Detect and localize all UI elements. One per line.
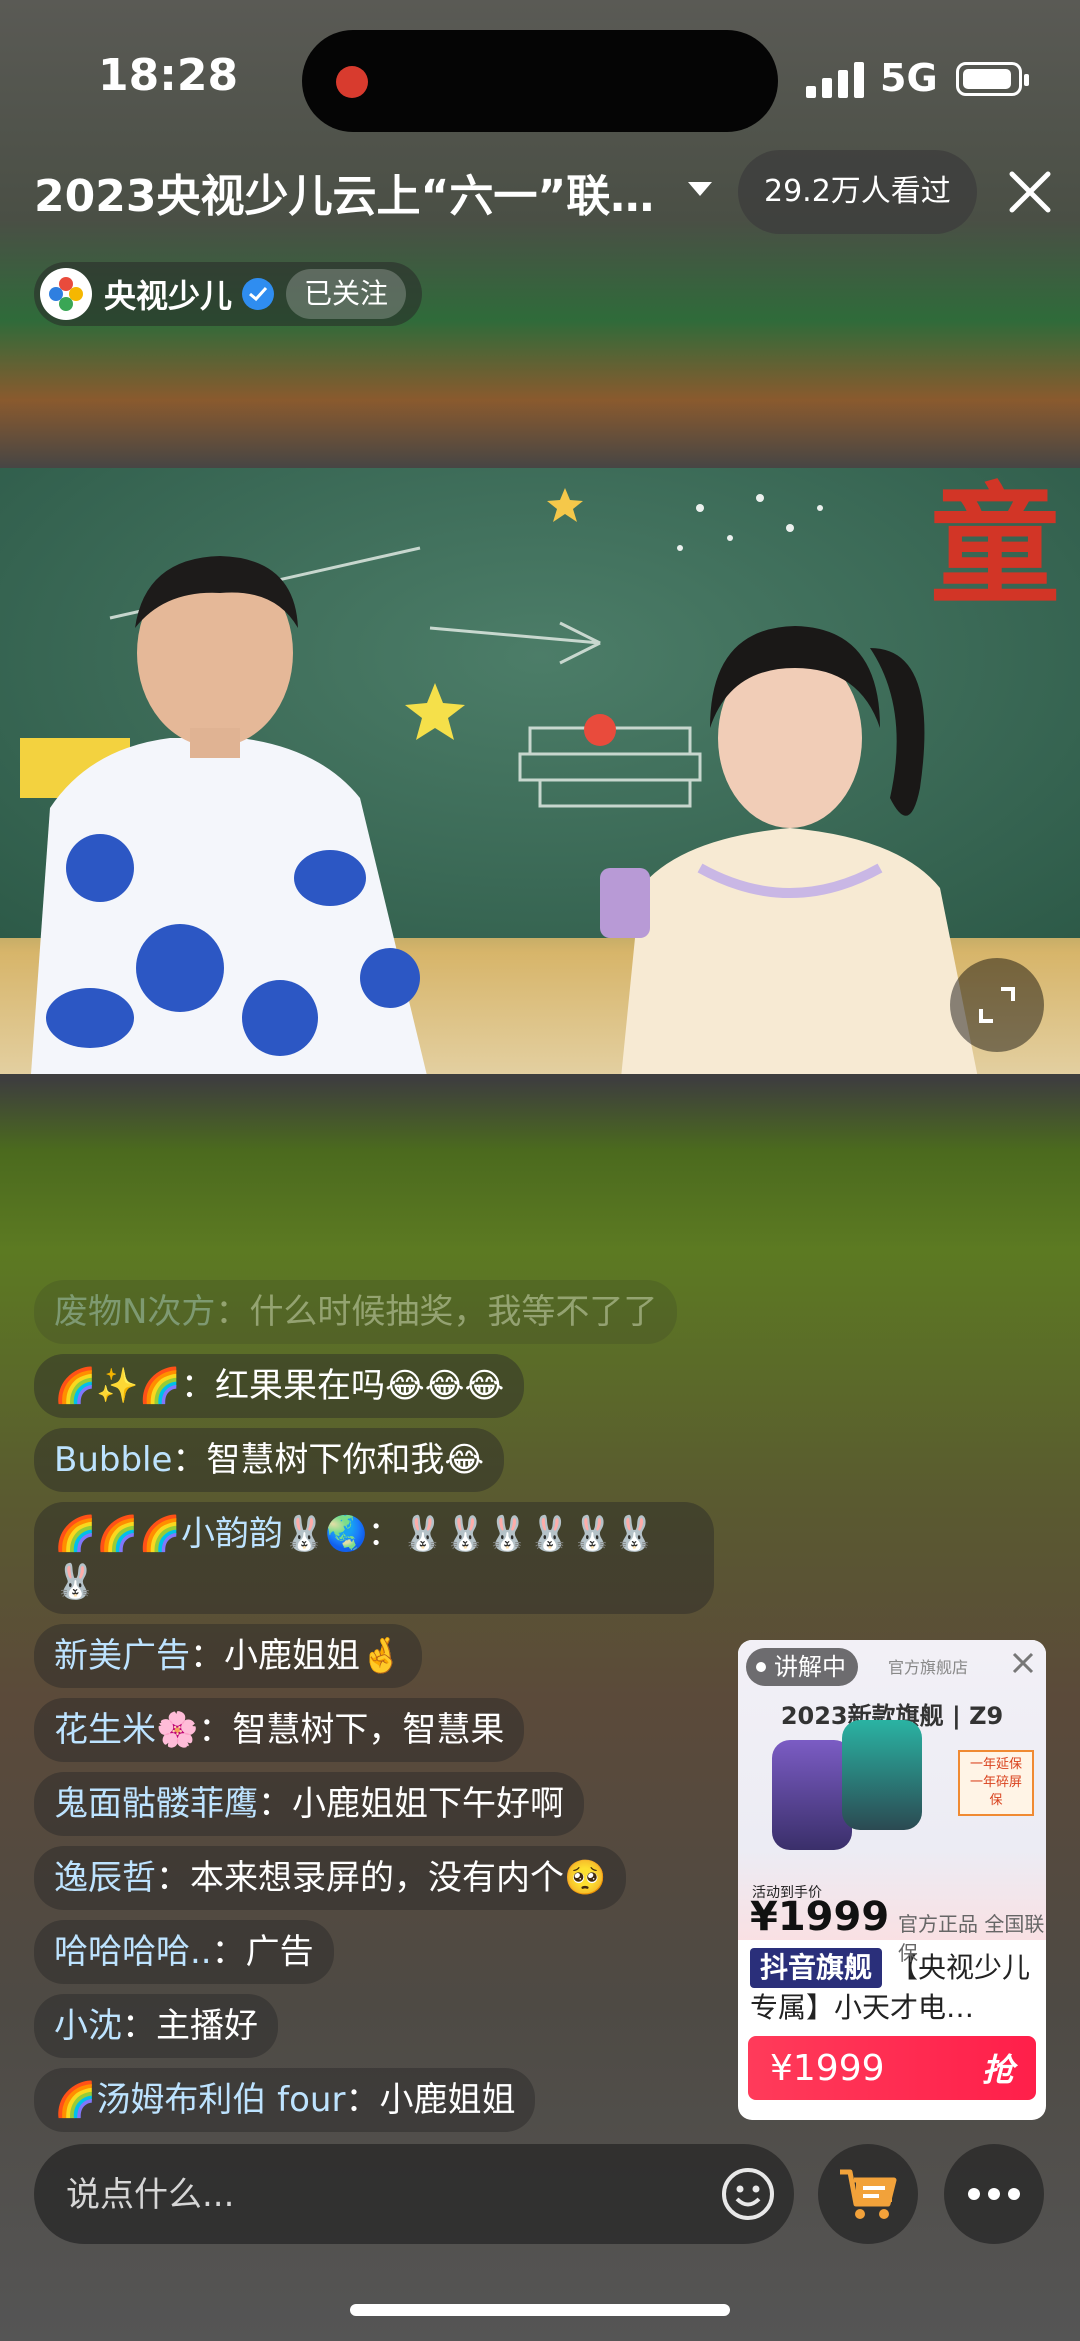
- chat-separator: ：: [345, 2080, 380, 2120]
- fullscreen-icon: [979, 987, 1015, 1023]
- host-left: [31, 556, 427, 1074]
- cart-icon: [840, 2169, 897, 2219]
- buy-button[interactable]: ¥1999 抢: [748, 2036, 1036, 2100]
- chat-username[interactable]: 🌈汤姆布利伯 four: [54, 2080, 345, 2120]
- chat-text: 小鹿姐姐🤞: [224, 1636, 403, 1676]
- chat-separator: ：: [190, 1636, 224, 1676]
- close-icon[interactable]: [1008, 170, 1052, 214]
- verified-icon: [242, 278, 275, 310]
- chat-separator: ：: [181, 1366, 216, 1406]
- chat-text: 红果果在吗😂😂😂: [215, 1366, 505, 1406]
- channel-bar[interactable]: 央视少儿 已关注: [34, 262, 423, 326]
- flagship-tag: 抖音旗舰: [750, 1948, 883, 1988]
- chat-text: 主播好: [156, 2006, 258, 2046]
- chat-message[interactable]: 逸辰哲：本来想录屏的，没有内个🥺: [34, 1846, 627, 1910]
- shop-tag: 官方旗舰店: [888, 1658, 969, 1677]
- channel-avatar[interactable]: [40, 268, 92, 320]
- chat-message[interactable]: 小沈：主播好: [34, 1994, 278, 2058]
- watch-image: [772, 1740, 852, 1850]
- chat-text: 小鹿姐姐下午好啊: [292, 1784, 564, 1824]
- chat-separator: ：: [156, 1858, 190, 1898]
- chat-separator: ：: [258, 1784, 292, 1824]
- cart-button[interactable]: [818, 2144, 918, 2244]
- network-label: 5G: [880, 56, 938, 100]
- close-icon[interactable]: [1010, 1650, 1036, 1676]
- chat-message[interactable]: 🌈汤姆布利伯 four：小鹿姐姐: [34, 2068, 536, 2132]
- chat-username[interactable]: 花生米🌸: [54, 1710, 198, 1750]
- chat-text: 小鹿姐姐: [379, 2080, 516, 2120]
- chat-username[interactable]: 新美广告: [54, 1636, 190, 1676]
- more-icon: [968, 2188, 1020, 2200]
- product-card[interactable]: 讲解中 官方旗舰店 2023新款旗舰 | Z9 一年延保 一年碎屏保 活动到手价…: [738, 1640, 1046, 2120]
- chat-separator: ：: [122, 2006, 156, 2046]
- recording-dot: [336, 66, 368, 98]
- chat-list[interactable]: 废物N次方：什么时候抽奖，我等不了了 🌈✨🌈：红果果在吗😂😂😂 Bubble：智慧树…: [34, 1280, 714, 2142]
- chat-separator: ：: [215, 1292, 250, 1332]
- comment-input[interactable]: [64, 2164, 688, 2226]
- chat-username[interactable]: Bubble: [54, 1440, 172, 1480]
- follow-button[interactable]: 已关注: [286, 269, 407, 319]
- channel-logo-icon: [49, 277, 83, 311]
- chat-text: 本来想录屏的，没有内个🥺: [190, 1858, 607, 1898]
- explaining-badge: 讲解中: [746, 1648, 858, 1686]
- product-price-big: ¥1999: [750, 1894, 890, 1940]
- fullscreen-button[interactable]: [950, 958, 1044, 1052]
- chat-message[interactable]: Bubble：智慧树下你和我😂: [34, 1428, 505, 1492]
- chat-message[interactable]: 哈哈哈哈..：广告: [34, 1920, 334, 1984]
- product-image[interactable]: 讲解中 官方旗舰店 2023新款旗舰 | Z9 一年延保 一年碎屏保 活动到手价…: [738, 1640, 1046, 1965]
- status-time: 18:28: [98, 50, 239, 101]
- chat-text: 智慧树下，智慧果: [232, 1710, 505, 1750]
- chat-username[interactable]: 🌈✨🌈: [54, 1366, 181, 1406]
- more-button[interactable]: [944, 2144, 1044, 2244]
- video-player[interactable]: 童: [0, 468, 1080, 1074]
- official-tag: 官方正品 全国联保: [898, 1912, 1045, 1965]
- chat-separator: ：: [172, 1440, 207, 1480]
- watch-image: [842, 1720, 922, 1830]
- chat-username[interactable]: 哈哈哈哈..: [54, 1932, 212, 1972]
- warranty-tag: 一年延保 一年碎屏保: [958, 1750, 1034, 1816]
- channel-name: 央视少儿: [104, 277, 233, 315]
- chat-username[interactable]: 废物N次方: [54, 1292, 215, 1332]
- chat-text: 什么时候抽奖，我等不了了: [249, 1292, 658, 1332]
- dynamic-island: [302, 30, 778, 132]
- chat-text: 智慧树下你和我😂: [206, 1440, 485, 1480]
- chat-username[interactable]: 小沈: [54, 2006, 122, 2046]
- chat-text: 广告: [245, 1932, 314, 1972]
- chat-message[interactable]: 新美广告：小鹿姐姐🤞: [34, 1624, 423, 1688]
- buy-price: ¥1999: [770, 2047, 885, 2089]
- chat-message[interactable]: 废物N次方：什么时候抽奖，我等不了了: [34, 1280, 678, 1344]
- live-title[interactable]: 2023央视少儿云上“六一”联…: [34, 160, 674, 224]
- chat-username[interactable]: 🌈🌈🌈小韵韵🐰🌏: [54, 1514, 368, 1554]
- chat-separator: ：: [198, 1710, 233, 1750]
- chat-message[interactable]: 花生米🌸：智慧树下，智慧果: [34, 1698, 525, 1762]
- chat-username[interactable]: 逸辰哲: [54, 1858, 156, 1898]
- chat-message[interactable]: 🌈✨🌈：红果果在吗😂😂😂: [34, 1354, 525, 1418]
- caret-down-icon[interactable]: [686, 180, 714, 200]
- chat-separator: ：: [367, 1514, 402, 1554]
- buy-cta: 抢: [981, 2051, 1014, 2089]
- chat-message[interactable]: 🌈🌈🌈小韵韵🐰🌏：🐰🐰🐰🐰🐰🐰🐰: [34, 1502, 714, 1614]
- comment-input-bar[interactable]: [34, 2144, 794, 2244]
- signal-icon: [806, 62, 864, 98]
- chat-message[interactable]: 鬼面骷髅菲鹰：小鹿姐姐下午好啊: [34, 1772, 584, 1836]
- emoji-icon[interactable]: [720, 2166, 776, 2222]
- home-indicator: [350, 2304, 730, 2316]
- chat-username[interactable]: 鬼面骷髅菲鹰: [54, 1784, 258, 1824]
- viewer-count[interactable]: 29.2万人看过: [738, 150, 977, 234]
- battery-icon: [956, 62, 1029, 96]
- chat-separator: ：: [211, 1932, 246, 1972]
